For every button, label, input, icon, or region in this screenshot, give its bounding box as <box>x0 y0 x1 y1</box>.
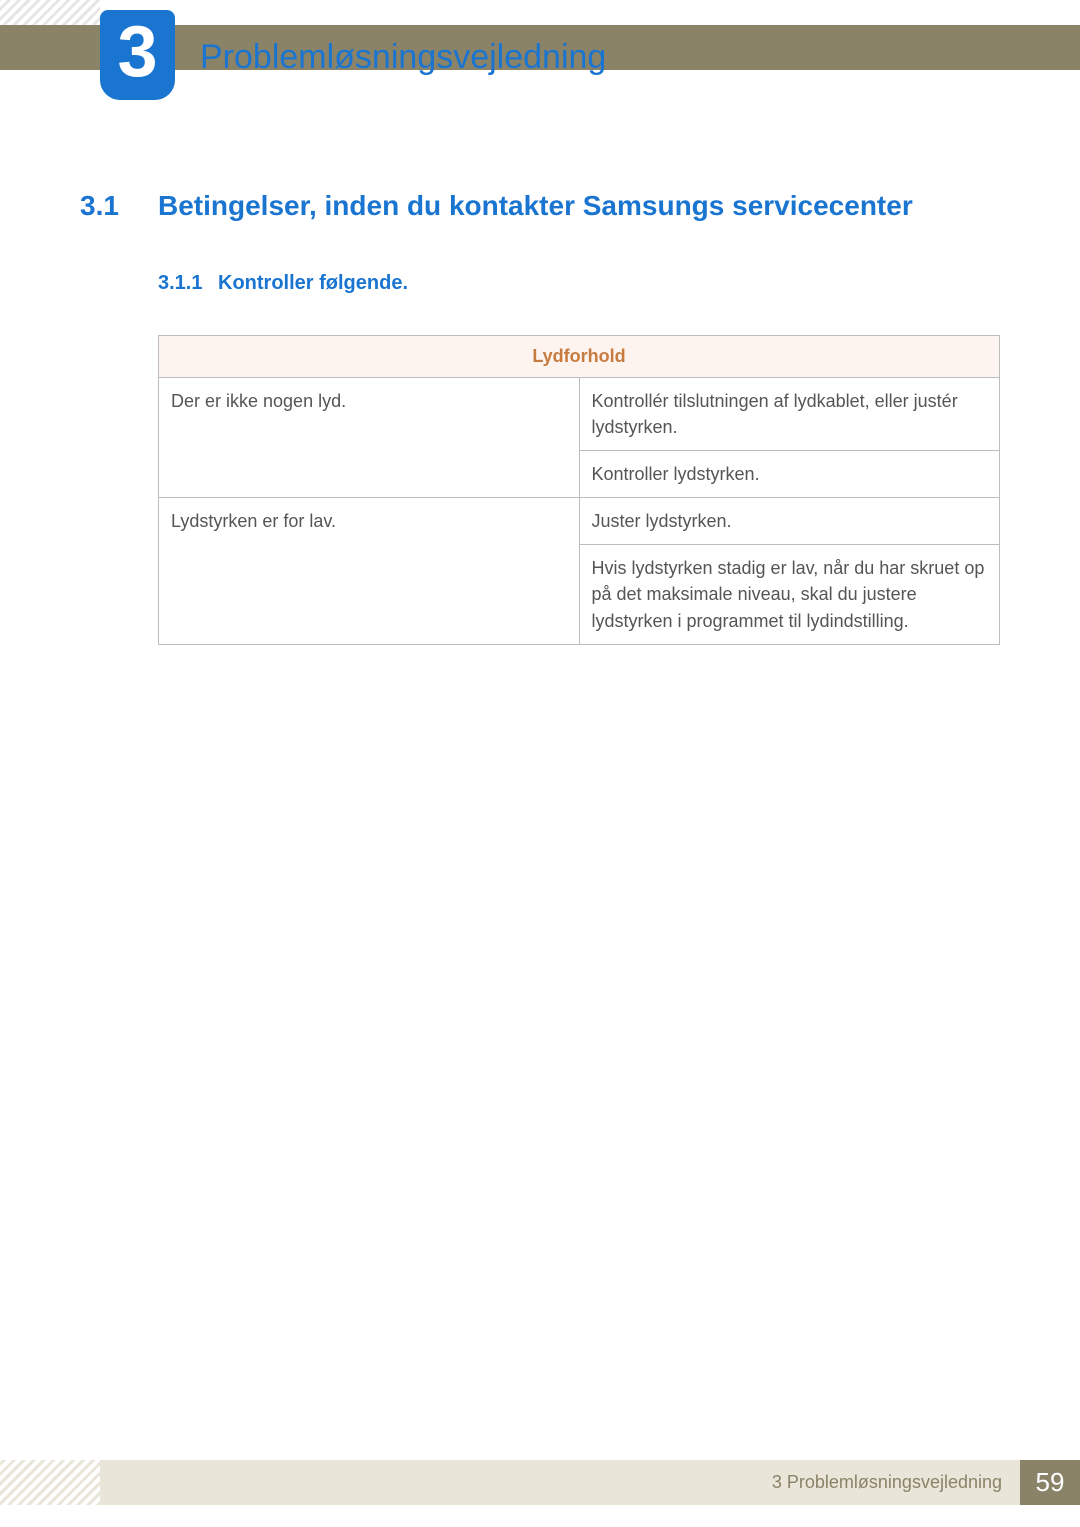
table-header: Lydforhold <box>159 336 1000 378</box>
solution-cell: Hvis lydstyrken stadig er lav, når du ha… <box>579 545 1000 644</box>
chapter-number: 3 <box>117 16 157 88</box>
footer-bar: 3 Problemløsningsvejledning <box>100 1460 1020 1505</box>
problem-cell: Der er ikke nogen lyd. <box>159 378 580 498</box>
section-title: Betingelser, inden du kontakter Samsungs… <box>158 190 913 222</box>
chapter-badge: 3 <box>100 10 175 100</box>
solution-cell: Kontroller lydstyrken. <box>579 451 1000 498</box>
problem-cell: Lydstyrken er for lav. <box>159 498 580 644</box>
subsection-title: Kontroller følgende. <box>218 272 408 295</box>
chapter-title: Problemløsningsvejledning <box>200 38 606 77</box>
footer: 3 Problemløsningsvejledning 59 <box>0 1460 1080 1505</box>
solution-cell: Juster lydstyrken. <box>579 498 1000 545</box>
section-heading: 3.1 Betingelser, inden du kontakter Sams… <box>80 190 1000 222</box>
solution-cell: Kontrollér tilslutningen af lydkablet, e… <box>579 378 1000 451</box>
section-number: 3.1 <box>80 190 158 222</box>
table-row: Lydstyrken er for lav. Juster lydstyrken… <box>159 498 1000 545</box>
footer-text: 3 Problemløsningsvejledning <box>772 1472 1002 1493</box>
subsection-heading: 3.1.1 Kontroller følgende. <box>158 272 1000 295</box>
table-row: Der er ikke nogen lyd. Kontrollér tilslu… <box>159 378 1000 451</box>
subsection-number: 3.1.1 <box>158 272 218 295</box>
troubleshooting-table: Lydforhold Der er ikke nogen lyd. Kontro… <box>158 335 1000 645</box>
page-number: 59 <box>1020 1460 1080 1505</box>
table-container: Lydforhold Der er ikke nogen lyd. Kontro… <box>158 335 1000 645</box>
content: 3.1 Betingelser, inden du kontakter Sams… <box>80 190 1000 645</box>
